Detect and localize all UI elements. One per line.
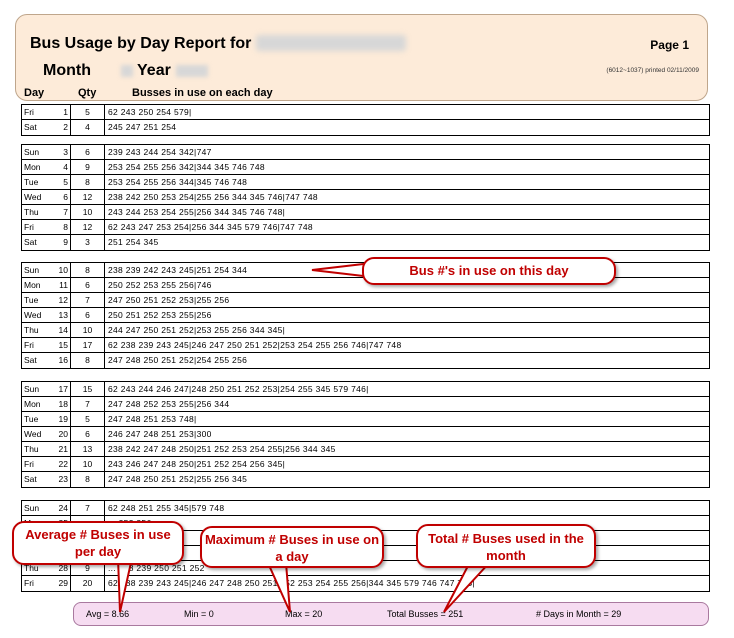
- pointer-maximum: [266, 562, 291, 613]
- pointer-average: [116, 557, 134, 613]
- callout-average: Average # Buses in use per day: [12, 521, 184, 565]
- callout-maximum: Maximum # Buses in use on a day: [200, 526, 384, 568]
- callout-total: Total # Buses used in the month: [416, 524, 596, 568]
- pointer-total: [443, 561, 493, 613]
- callout-bus-in-use: Bus #'s in use on this day: [362, 257, 616, 285]
